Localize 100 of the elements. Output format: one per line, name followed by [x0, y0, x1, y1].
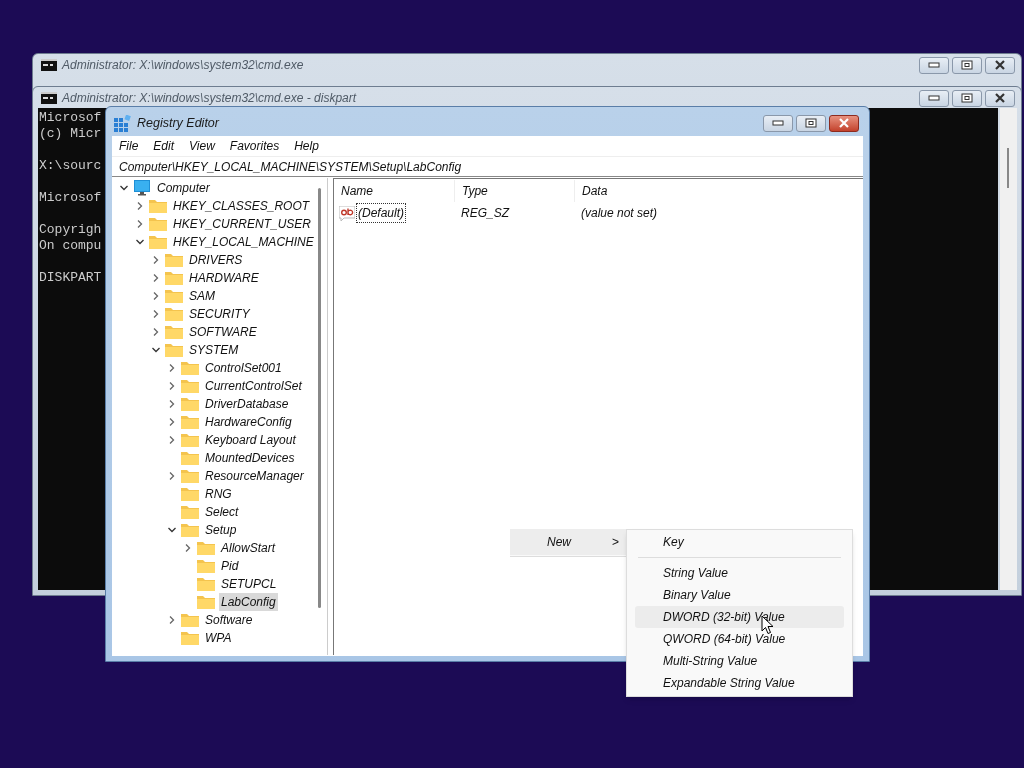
console-icon [41, 59, 57, 71]
console-line: DISKPART [39, 270, 102, 285]
menu-item[interactable]: Binary Value [635, 584, 844, 606]
tree-item[interactable]: Setup [203, 521, 239, 539]
tree-item[interactable]: AllowStart [219, 539, 278, 557]
folder-icon [149, 235, 167, 249]
column-header[interactable]: Name [334, 180, 454, 202]
tree-item[interactable]: HKEY_LOCAL_MACHINE [171, 233, 316, 251]
folder-icon [165, 343, 183, 357]
maximize-button[interactable] [796, 114, 826, 132]
column-header[interactable]: Type [454, 180, 574, 202]
tree-item[interactable]: Select [203, 503, 241, 521]
tree-item[interactable]: HARDWARE [187, 269, 261, 287]
folder-icon [149, 199, 167, 213]
console-line: X:\sourc [39, 158, 102, 173]
tree-item[interactable]: HKEY_CLASSES_ROOT [171, 197, 312, 215]
registry-icon [114, 114, 131, 132]
folder-icon [181, 487, 199, 501]
console-line: Copyrigh [39, 222, 102, 237]
menu-item[interactable]: Favorites [229, 137, 280, 155]
close-button[interactable] [985, 89, 1015, 107]
tree-item[interactable]: RNG [203, 485, 234, 503]
scrollbar[interactable] [1000, 108, 1017, 590]
tree-item[interactable]: Keyboard Layout [203, 431, 298, 449]
tree-item[interactable]: SYSTEM [187, 341, 241, 359]
menu-item[interactable]: New > [510, 529, 627, 555]
tree-item[interactable]: SAM [187, 287, 217, 305]
console-line: (c) Micr [39, 126, 102, 141]
maximize-button[interactable] [952, 89, 982, 107]
tree-item[interactable]: ControlSet001 [203, 359, 284, 377]
menu-item[interactable]: QWORD (64-bit) Value [635, 628, 844, 650]
folder-icon [165, 271, 183, 285]
folder-icon [181, 433, 199, 447]
folder-icon [181, 379, 199, 393]
minimize-icon [928, 62, 940, 68]
folder-icon [181, 397, 199, 411]
tree-item[interactable]: HardwareConfig [203, 413, 294, 431]
folder-icon [181, 613, 199, 627]
folder-icon [181, 415, 199, 429]
folder-icon [181, 523, 199, 537]
close-button[interactable] [829, 114, 859, 132]
address-bar[interactable]: Computer\HKEY_LOCAL_MACHINE\SYSTEM\Setup\LabConfig [112, 156, 863, 177]
console-line: Microsof [39, 110, 102, 125]
minimize-button[interactable] [763, 114, 793, 132]
minimize-button[interactable] [919, 89, 949, 107]
folder-icon [181, 505, 199, 519]
menu-item[interactable]: Expandable String Value [635, 672, 844, 694]
minimize-icon [928, 95, 940, 101]
menu-item[interactable]: View [189, 137, 215, 155]
window-title: Administrator: X:\windows\system32\cmd.exe - diskpart [62, 90, 358, 107]
minimize-button[interactable] [919, 56, 949, 74]
minimize-icon [772, 120, 784, 126]
tree-item[interactable]: MountedDevices [203, 449, 297, 467]
folder-icon [197, 541, 215, 555]
menu-item[interactable]: Key [635, 531, 844, 553]
tree-item[interactable]: Pid [219, 557, 241, 575]
menu-item[interactable]: File [119, 137, 139, 155]
tree-item[interactable]: WPA [203, 629, 234, 647]
table-cell-text: (value not set) [580, 205, 659, 222]
close-icon [994, 93, 1006, 103]
tree-item[interactable]: Computer [155, 179, 212, 197]
menu-item[interactable]: String Value [635, 562, 844, 584]
column-header[interactable]: Data [574, 180, 854, 202]
tree-item[interactable]: Software [203, 611, 255, 629]
tree-item[interactable]: DRIVERS [187, 251, 245, 269]
close-icon [994, 60, 1006, 70]
scrollbar-thumb[interactable] [318, 188, 321, 608]
maximize-icon [961, 93, 973, 103]
folder-icon [165, 307, 183, 321]
console-icon [41, 92, 57, 104]
maximize-icon [805, 118, 817, 128]
table-cell-text: REG_SZ [460, 205, 511, 222]
folder-icon [181, 361, 199, 375]
menu-item[interactable]: Edit [153, 137, 175, 155]
tree-item[interactable]: LabConfig [219, 593, 278, 611]
table-cell[interactable]: (Default) [356, 203, 406, 223]
folder-icon [181, 631, 199, 645]
console-line: On compu [39, 238, 102, 253]
tree-item[interactable]: HKEY_CURRENT_USER [171, 215, 314, 233]
string-value-icon [339, 205, 355, 221]
close-button[interactable] [985, 56, 1015, 74]
tree-item[interactable]: ResourceManager [203, 467, 306, 485]
tree-item[interactable]: SOFTWARE [187, 323, 259, 341]
menu-item[interactable]: Multi-String Value [635, 650, 844, 672]
console-line: Microsof [39, 190, 102, 205]
close-icon [838, 118, 850, 128]
folder-icon [165, 289, 183, 303]
computer-icon [133, 180, 151, 196]
folder-icon [165, 325, 183, 339]
folder-icon [197, 577, 215, 591]
maximize-button[interactable] [952, 56, 982, 74]
menu-item[interactable]: Help [294, 137, 319, 155]
folder-icon [197, 595, 215, 609]
window-title: Registry Editor [137, 114, 221, 132]
tree-item[interactable]: SETUPCL [219, 575, 279, 593]
tree-item[interactable]: DriverDatabase [203, 395, 291, 413]
window-title: Administrator: X:\windows\system32\cmd.exe [62, 57, 305, 74]
tree-item[interactable]: SECURITY [187, 305, 252, 323]
tree-item[interactable]: CurrentControlSet [203, 377, 304, 395]
folder-icon [197, 559, 215, 573]
